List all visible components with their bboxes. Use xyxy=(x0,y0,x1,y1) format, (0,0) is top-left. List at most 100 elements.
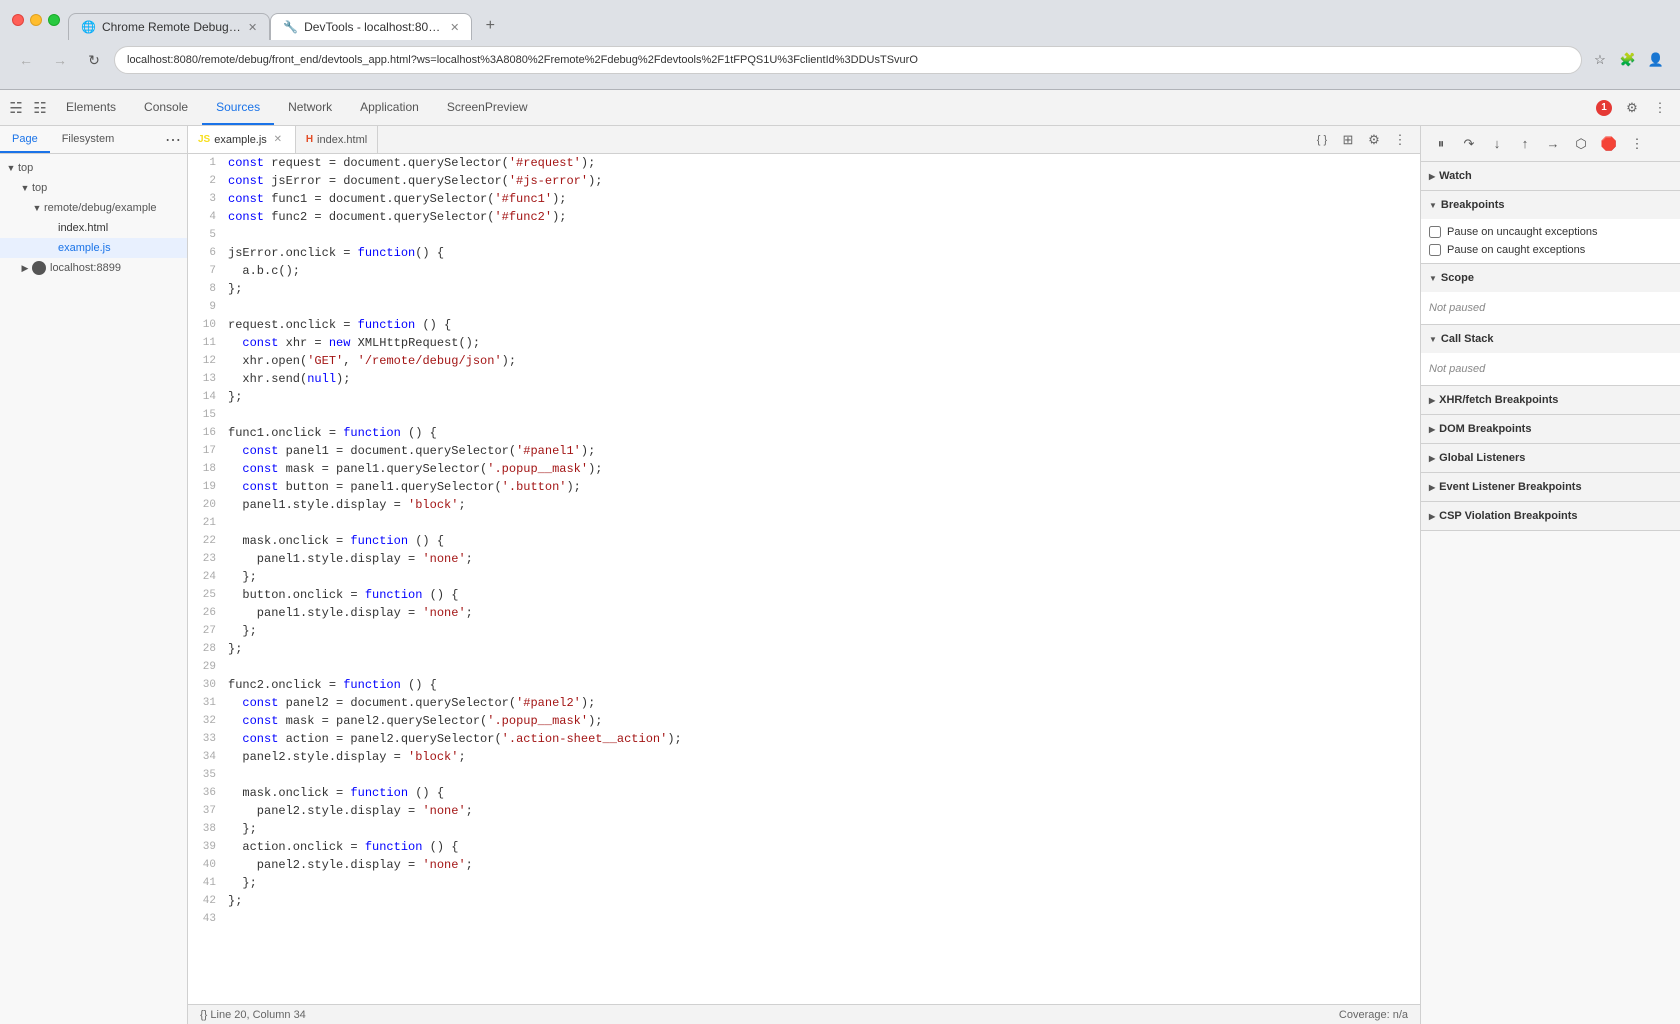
code-line[interactable]: 8}; xyxy=(188,280,1420,298)
new-tab-button[interactable]: + xyxy=(476,12,504,40)
tab1-close[interactable]: ✕ xyxy=(248,21,257,34)
code-line[interactable]: 24 }; xyxy=(188,568,1420,586)
code-line[interactable]: 39 action.onclick = function () { xyxy=(188,838,1420,856)
more-debug-options-btn[interactable]: ⋮ xyxy=(1625,132,1649,156)
reload-button[interactable]: ↻ xyxy=(80,46,108,74)
code-line[interactable]: 23 panel1.style.display = 'none'; xyxy=(188,550,1420,568)
tab2-close[interactable]: ✕ xyxy=(450,21,459,34)
extension-button[interactable]: 🧩 xyxy=(1616,48,1640,72)
settings-button[interactable]: ⚙ xyxy=(1620,96,1644,120)
watch-header[interactable]: ▶ Watch xyxy=(1421,162,1680,190)
code-line[interactable]: 17 const panel1 = document.querySelector… xyxy=(188,442,1420,460)
pause-caught-checkbox[interactable] xyxy=(1429,244,1441,256)
step-out-btn[interactable]: ↑ xyxy=(1513,132,1537,156)
code-line[interactable]: 26 panel1.style.display = 'none'; xyxy=(188,604,1420,622)
breakpoints-header[interactable]: ▼ Breakpoints xyxy=(1421,191,1680,219)
forward-button[interactable]: → xyxy=(46,46,74,74)
code-line[interactable]: 32 const mask = panel2.querySelector('.p… xyxy=(188,712,1420,730)
profile-button[interactable]: 👤 xyxy=(1644,48,1668,72)
code-editor-content[interactable]: 1const request = document.querySelector(… xyxy=(188,154,1420,1004)
code-line[interactable]: 28}; xyxy=(188,640,1420,658)
more-editor-btn[interactable]: ⋮ xyxy=(1388,128,1412,152)
xhr-breakpoints-header[interactable]: ▶ XHR/fetch Breakpoints xyxy=(1421,386,1680,414)
code-line[interactable]: 36 mask.onclick = function () { xyxy=(188,784,1420,802)
file-tree-more[interactable]: ⋯ xyxy=(159,126,187,153)
editor-settings-icon[interactable]: ⚙ xyxy=(1362,128,1386,152)
scope-header[interactable]: ▼ Scope xyxy=(1421,264,1680,292)
code-line[interactable]: 2const jsError = document.querySelector(… xyxy=(188,172,1420,190)
error-badge[interactable]: 1 xyxy=(1596,100,1612,116)
tab-elements[interactable]: Elements xyxy=(52,90,130,125)
code-line[interactable]: 14}; xyxy=(188,388,1420,406)
editor-tab-index-html[interactable]: H index.html xyxy=(296,126,378,153)
code-line[interactable]: 6jsError.onclick = function() { xyxy=(188,244,1420,262)
code-line[interactable]: 29 xyxy=(188,658,1420,676)
code-line[interactable]: 10request.onclick = function () { xyxy=(188,316,1420,334)
code-line[interactable]: 38 }; xyxy=(188,820,1420,838)
global-listeners-header[interactable]: ▶ Global Listeners xyxy=(1421,444,1680,472)
step-into-btn[interactable]: ↓ xyxy=(1485,132,1509,156)
tab-console[interactable]: Console xyxy=(130,90,202,125)
code-line[interactable]: 40 panel2.style.display = 'none'; xyxy=(188,856,1420,874)
code-line[interactable]: 27 }; xyxy=(188,622,1420,640)
code-line[interactable]: 31 const panel2 = document.querySelector… xyxy=(188,694,1420,712)
browser-tab-2[interactable]: 🔧 DevTools - localhost:8080/rem ✕ xyxy=(270,13,472,40)
back-button[interactable]: ← xyxy=(12,46,40,74)
code-line[interactable]: 19 const button = panel1.querySelector('… xyxy=(188,478,1420,496)
pause-uncaught-checkbox[interactable] xyxy=(1429,226,1441,238)
more-tools-button[interactable]: ⋮ xyxy=(1648,96,1672,120)
call-stack-header[interactable]: ▼ Call Stack xyxy=(1421,325,1680,353)
code-line[interactable]: 12 xhr.open('GET', '/remote/debug/json')… xyxy=(188,352,1420,370)
code-line[interactable]: 25 button.onclick = function () { xyxy=(188,586,1420,604)
code-line[interactable]: 16func1.onclick = function () { xyxy=(188,424,1420,442)
close-button[interactable] xyxy=(12,14,24,26)
tree-item-top1[interactable]: ▼ top xyxy=(0,158,187,178)
bookmark-button[interactable]: ☆ xyxy=(1588,48,1612,72)
code-line[interactable]: 30func2.onclick = function () { xyxy=(188,676,1420,694)
tab-application[interactable]: Application xyxy=(346,90,433,125)
tab-network[interactable]: Network xyxy=(274,90,346,125)
editor-tab-example-js[interactable]: JS example.js ✕ xyxy=(188,126,296,153)
step-over-btn[interactable]: ↷ xyxy=(1457,132,1481,156)
pause-resume-btn[interactable]: ⏸ xyxy=(1429,132,1453,156)
minimize-button[interactable] xyxy=(30,14,42,26)
code-line[interactable]: 34 panel2.style.display = 'block'; xyxy=(188,748,1420,766)
deactivate-breakpoints-btn[interactable]: ⬡ xyxy=(1569,132,1593,156)
code-line[interactable]: 43 xyxy=(188,910,1420,928)
code-line[interactable]: 18 const mask = panel1.querySelector('.p… xyxy=(188,460,1420,478)
event-listener-header[interactable]: ▶ Event Listener Breakpoints xyxy=(1421,473,1680,501)
tree-item-localhost[interactable]: ▶ localhost:8899 xyxy=(0,258,187,278)
code-line[interactable]: 21 xyxy=(188,514,1420,532)
tree-item-top2[interactable]: ▼ top xyxy=(0,178,187,198)
code-line[interactable]: 13 xhr.send(null); xyxy=(188,370,1420,388)
code-line[interactable]: 22 mask.onclick = function () { xyxy=(188,532,1420,550)
code-line[interactable]: 37 panel2.style.display = 'none'; xyxy=(188,802,1420,820)
split-editor-icon[interactable]: ⊞ xyxy=(1336,128,1360,152)
code-line[interactable]: 3const func1 = document.querySelector('#… xyxy=(188,190,1420,208)
editor-tab-close-js[interactable]: ✕ xyxy=(271,133,285,147)
step-btn[interactable]: → xyxy=(1541,132,1565,156)
tab-screenpanel[interactable]: ScreenPreview xyxy=(433,90,542,125)
csp-violation-header[interactable]: ▶ CSP Violation Breakpoints xyxy=(1421,502,1680,530)
code-line[interactable]: 7 a.b.c(); xyxy=(188,262,1420,280)
tree-item-index-html[interactable]: index.html xyxy=(0,218,187,238)
tree-item-example[interactable]: ▼ remote/debug/example xyxy=(0,198,187,218)
file-tree-tab-filesystem[interactable]: Filesystem xyxy=(50,126,127,153)
format-icon[interactable]: { } xyxy=(1310,128,1334,152)
maximize-button[interactable] xyxy=(48,14,60,26)
dom-breakpoints-header[interactable]: ▶ DOM Breakpoints xyxy=(1421,415,1680,443)
toggle-pause-exceptions-btn[interactable]: 🛑 xyxy=(1597,132,1621,156)
code-line[interactable]: 5 xyxy=(188,226,1420,244)
code-line[interactable]: 20 panel1.style.display = 'block'; xyxy=(188,496,1420,514)
code-line[interactable]: 15 xyxy=(188,406,1420,424)
file-tree-tab-page[interactable]: Page xyxy=(0,126,50,153)
devtools-icon-left[interactable]: ☵ xyxy=(4,96,28,120)
code-line[interactable]: 41 }; xyxy=(188,874,1420,892)
code-line[interactable]: 11 const xhr = new XMLHttpRequest(); xyxy=(188,334,1420,352)
tree-item-example-js[interactable]: example.js xyxy=(0,238,187,258)
address-bar[interactable]: localhost:8080/remote/debug/front_end/de… xyxy=(114,46,1582,74)
browser-tab-1[interactable]: 🌐 Chrome Remote Debugger ✕ xyxy=(68,13,270,40)
code-line[interactable]: 42}; xyxy=(188,892,1420,910)
devtools-split-icon[interactable]: ☷ xyxy=(28,96,52,120)
code-line[interactable]: 35 xyxy=(188,766,1420,784)
